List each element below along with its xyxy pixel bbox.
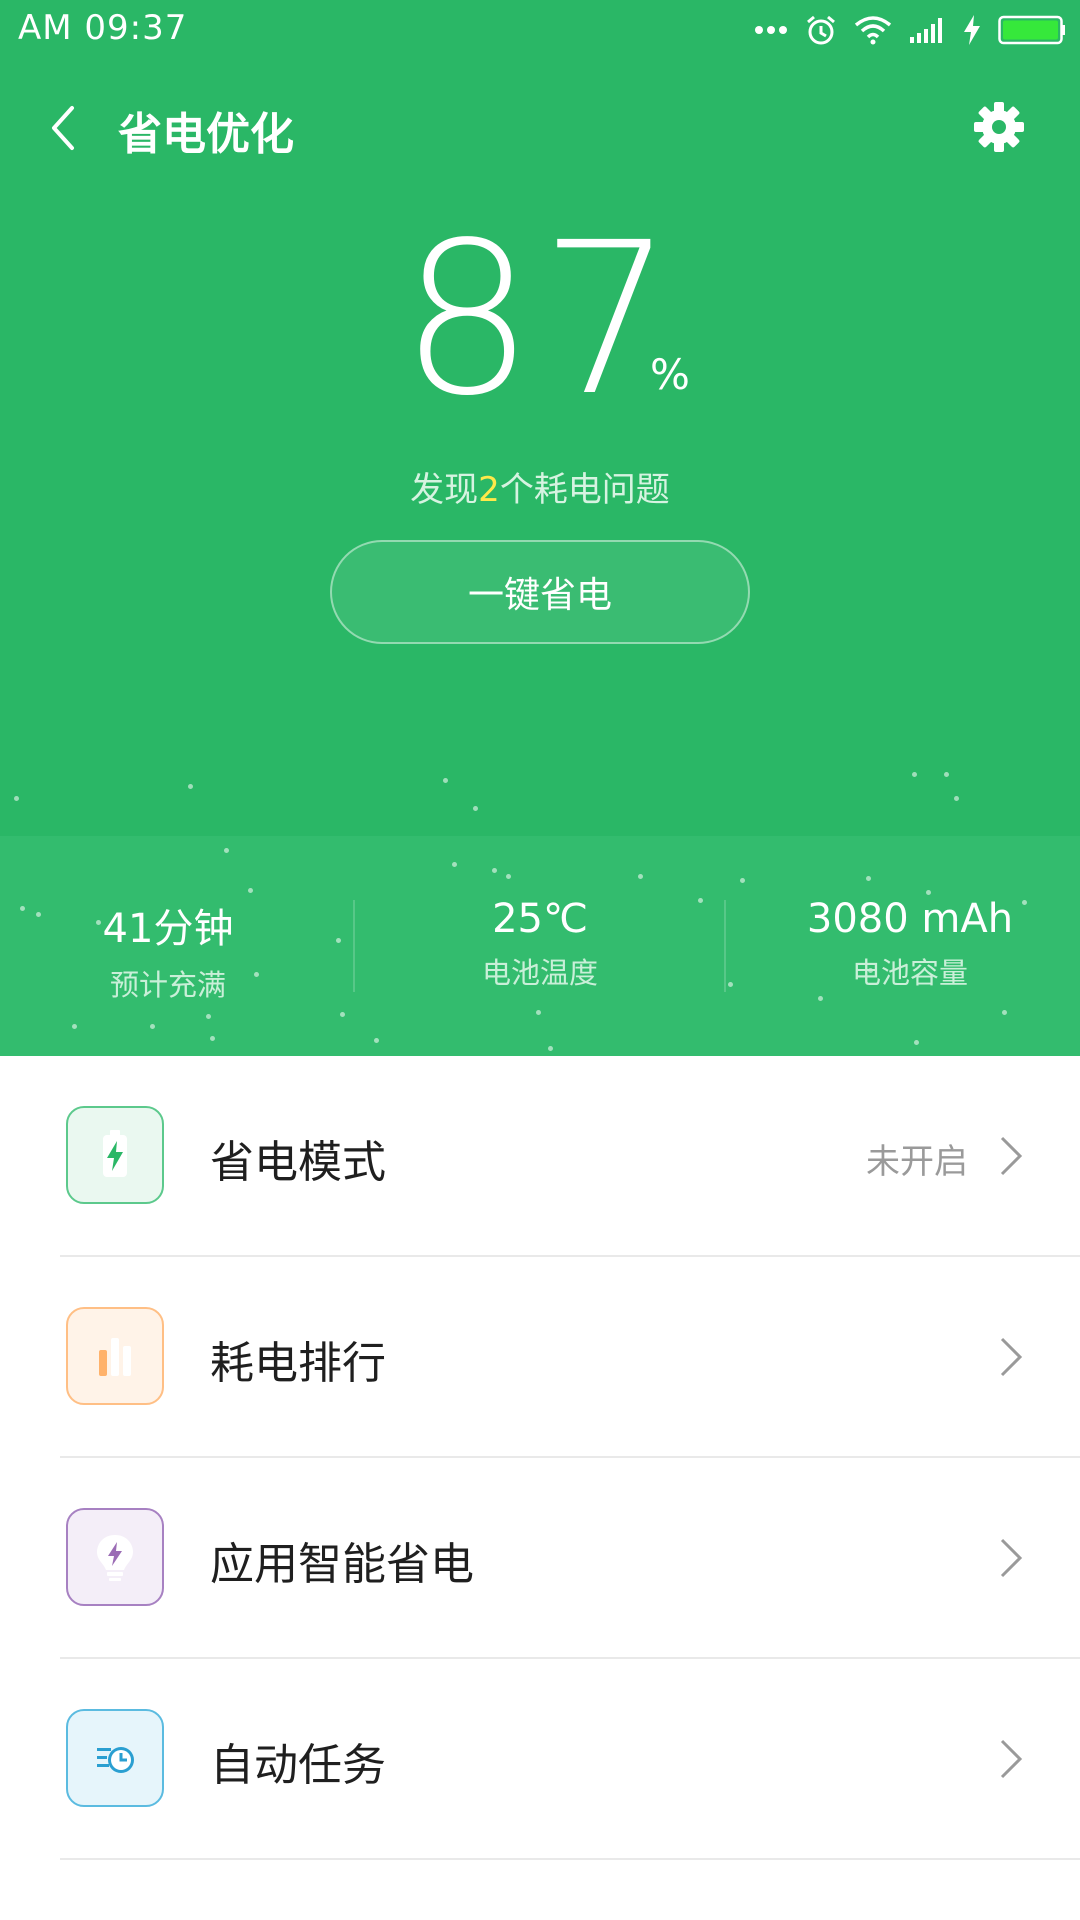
menu-item-power-saving-mode[interactable]: 省电模式 未开启 bbox=[0, 1056, 1080, 1256]
signal-icon bbox=[910, 18, 942, 43]
status-bar: AM 09:37 bbox=[0, 0, 1080, 62]
issue-count: 2 bbox=[478, 470, 500, 510]
one-tap-save-button[interactable]: 一键省电 bbox=[330, 540, 750, 644]
title-bar: 省电优化 bbox=[0, 86, 1080, 170]
chevron-right-icon bbox=[1000, 1739, 1023, 1779]
back-arrow-icon[interactable] bbox=[44, 100, 84, 156]
charging-icon bbox=[964, 15, 980, 45]
lightbulb-bolt-icon bbox=[66, 1508, 164, 1606]
menu-item-power-ranking[interactable]: 耗电排行 bbox=[0, 1257, 1080, 1457]
stat-capacity: 3080 mAh 电池容量 bbox=[730, 896, 1080, 992]
issue-summary: 发现2个耗电问题 bbox=[0, 462, 1080, 511]
menu-label: 自动任务 bbox=[210, 1740, 386, 1791]
alarm-icon bbox=[807, 15, 835, 45]
chevron-right-icon bbox=[1000, 1337, 1023, 1377]
bar-chart-icon bbox=[66, 1307, 164, 1405]
battery-icon bbox=[998, 15, 1065, 45]
clock-task-icon bbox=[66, 1709, 164, 1807]
issue-prefix: 发现 bbox=[410, 470, 479, 510]
battery-number: 87 bbox=[400, 197, 680, 442]
page-title: 省电优化 bbox=[118, 109, 294, 160]
wifi-icon bbox=[854, 16, 892, 45]
stat-value: 25℃ bbox=[492, 896, 588, 942]
chevron-right-icon bbox=[1000, 1136, 1023, 1176]
battery-bolt-icon bbox=[66, 1106, 164, 1204]
stat-label: 电池容量 bbox=[851, 956, 968, 990]
stat-temperature: 25℃ 电池温度 bbox=[360, 896, 720, 992]
menu-item-auto-tasks[interactable]: 自动任务 bbox=[0, 1659, 1080, 1859]
menu-status: 未开启 bbox=[866, 1142, 968, 1182]
menu-label: 省电模式 bbox=[210, 1137, 386, 1188]
chevron-right-icon bbox=[1000, 1538, 1023, 1578]
battery-unit: % bbox=[650, 350, 690, 399]
menu-item-app-smart-saving[interactable]: 应用智能省电 bbox=[0, 1458, 1080, 1658]
menu-label: 耗电排行 bbox=[210, 1338, 386, 1389]
dots-icon bbox=[755, 26, 787, 34]
stat-value: 41分钟 bbox=[102, 906, 234, 952]
stat-divider bbox=[724, 900, 726, 992]
divider bbox=[60, 1858, 1080, 1860]
stat-value: 3080 mAh bbox=[806, 896, 1014, 942]
stat-label: 预计充满 bbox=[109, 968, 226, 1002]
stat-divider bbox=[353, 900, 355, 992]
status-time: AM 09:37 bbox=[18, 8, 188, 48]
status-icons bbox=[738, 10, 1066, 50]
gear-icon[interactable] bbox=[972, 100, 1026, 154]
menu-label: 应用智能省电 bbox=[210, 1539, 474, 1590]
battery-percentage: 87 % bbox=[0, 197, 1080, 442]
issue-suffix: 个耗电问题 bbox=[499, 470, 670, 510]
stat-charge-time: 41分钟 预计充满 bbox=[0, 896, 348, 1004]
stat-label: 电池温度 bbox=[481, 956, 598, 990]
